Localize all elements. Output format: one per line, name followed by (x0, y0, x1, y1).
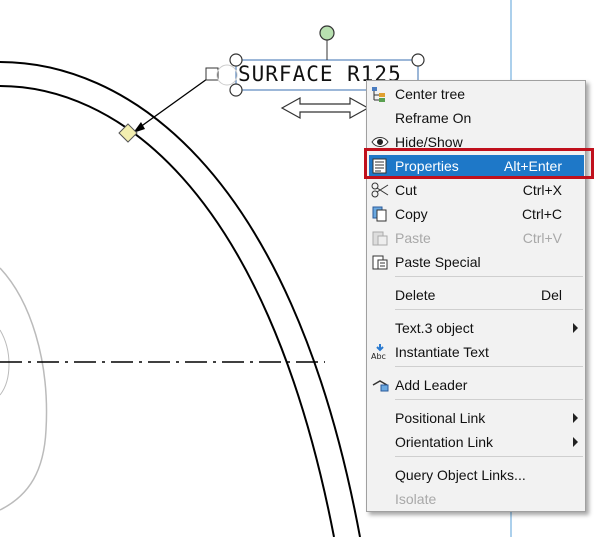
menu-item-copy[interactable]: Copy Ctrl+C (369, 203, 584, 225)
menu-item-query-object-links[interactable]: Query Object Links... (369, 464, 584, 486)
menu-item-label: Delete (395, 287, 436, 303)
menu-item-label: Copy (395, 206, 428, 222)
rotate-handle[interactable] (319, 25, 335, 41)
menu-item-label: Isolate (395, 491, 437, 507)
menu-item-add-leader[interactable]: Add Leader (369, 374, 584, 396)
leader-line[interactable] (135, 73, 215, 131)
menu-separator (395, 366, 583, 367)
menu-item-label: Text.3 object (395, 320, 474, 336)
menu-item-shortcut: Ctrl+V (522, 230, 562, 246)
tree-icon (372, 87, 385, 102)
frame-handle-left-mid[interactable] (216, 64, 238, 86)
paste-icon (372, 231, 388, 246)
leader-anchor-square[interactable] (205, 67, 219, 81)
menu-item-shortcut: Ctrl+X (522, 182, 562, 198)
copy-icon (372, 206, 387, 222)
frame-handle-top-right[interactable] (411, 53, 425, 67)
menu-separator (395, 309, 583, 310)
menu-item-shortcut: Del (540, 287, 562, 303)
menu-item-paste[interactable]: Paste Ctrl+V (369, 227, 584, 249)
menu-item-positional-link[interactable]: Positional Link (369, 407, 584, 429)
menu-item-label: Reframe On (395, 110, 472, 126)
instantiate-text-icon: Abc (371, 344, 386, 360)
menu-separator (395, 276, 583, 277)
inner-arc[interactable] (0, 85, 335, 537)
menu-item-shortcut: Ctrl+C (521, 206, 562, 222)
menu-item-orientation-link[interactable]: Orientation Link (369, 431, 584, 453)
menu-item-label: Orientation Link (395, 434, 494, 450)
menu-item-label: Query Object Links... (395, 467, 526, 483)
menu-item-text3-object[interactable]: Text.3 object (369, 317, 584, 339)
paste-special-icon (372, 255, 388, 270)
menu-item-instantiate-text[interactable]: Abc Instantiate Text (369, 341, 584, 363)
submenu-arrow-icon (573, 323, 578, 333)
menu-item-paste-special[interactable]: Paste Special (369, 251, 584, 273)
highlight-callout-box (364, 148, 594, 179)
menu-item-label: Positional Link (395, 410, 486, 426)
context-menu: Center tree Reframe On Hide/Show Propert… (366, 80, 586, 512)
menu-item-label: Paste (395, 230, 431, 246)
add-leader-icon (372, 380, 389, 392)
menu-item-label: Cut (395, 182, 417, 198)
menu-item-isolate[interactable]: Isolate (369, 488, 584, 510)
move-double-arrow-icon[interactable] (280, 96, 370, 120)
anchor-diamond[interactable] (118, 123, 138, 143)
menu-item-delete[interactable]: Delete Del (369, 284, 584, 306)
menu-item-center-tree[interactable]: Center tree (369, 83, 584, 105)
menu-item-label: Instantiate Text (395, 344, 489, 360)
menu-item-reframe-on[interactable]: Reframe On (369, 107, 584, 129)
menu-item-cut[interactable]: Cut Ctrl+X (369, 179, 584, 201)
submenu-arrow-icon (573, 413, 578, 423)
inner-circle-arc (0, 267, 48, 511)
menu-separator (395, 399, 583, 400)
svg-text:Abc: Abc (371, 352, 386, 360)
menu-item-label: Paste Special (395, 254, 481, 270)
scissors-icon (371, 182, 389, 198)
submenu-arrow-icon (573, 437, 578, 447)
menu-separator (395, 456, 583, 457)
menu-item-label: Center tree (395, 86, 466, 102)
outer-arc[interactable] (0, 61, 361, 537)
menu-item-label: Add Leader (395, 377, 468, 393)
